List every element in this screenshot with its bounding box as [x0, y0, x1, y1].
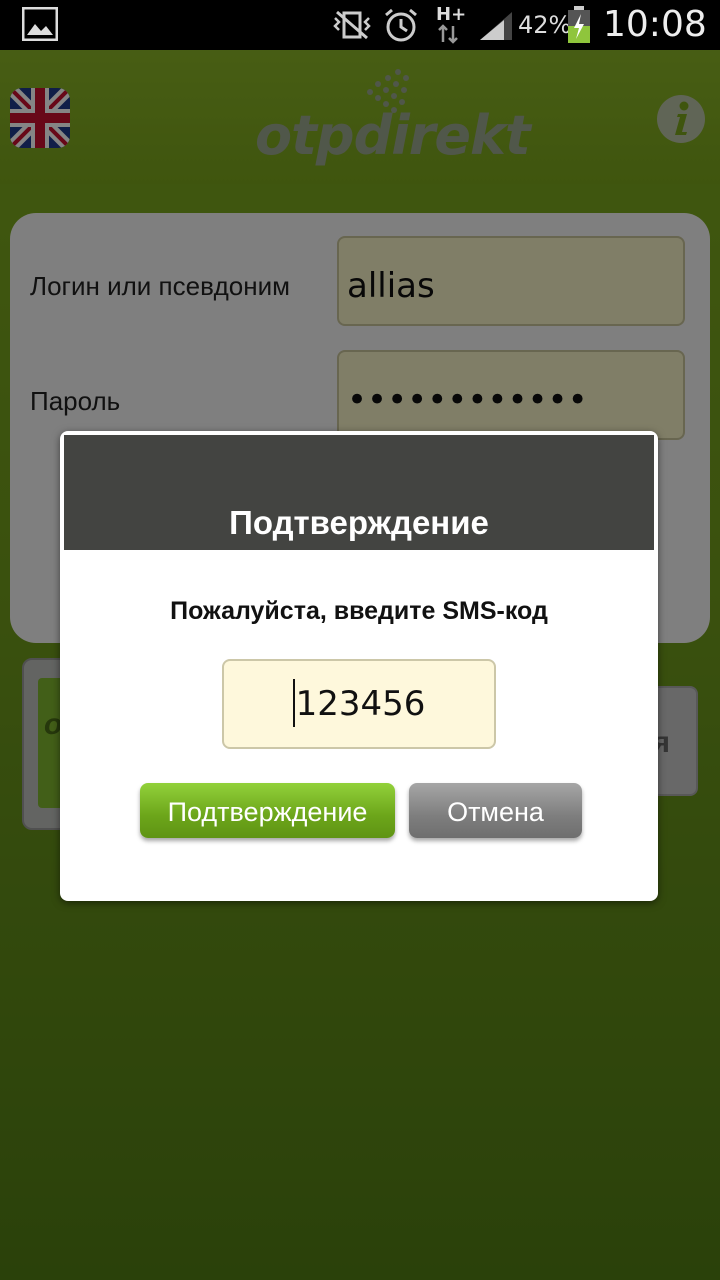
battery-charging-icon — [568, 6, 590, 43]
alarm-clock-icon — [385, 8, 417, 42]
data-transfer-icon — [438, 24, 458, 44]
cancel-button[interactable]: Отмена — [409, 783, 582, 838]
clock: 10:08 — [603, 4, 707, 45]
battery-percent: 42% — [518, 11, 572, 39]
network-type: H+ — [436, 4, 467, 25]
confirm-button[interactable]: Подтверждение — [140, 783, 395, 838]
text-cursor — [292, 678, 295, 727]
dialog-title: Подтверждение — [64, 435, 654, 550]
sms-confirmation-dialog: Подтверждение Пожалуйста, введите SMS-ко… — [60, 431, 658, 901]
status-bar: H+ 42% 10:08 — [0, 0, 720, 50]
sms-code-input[interactable]: 123456 — [222, 659, 496, 749]
sms-code-value: 123456 — [295, 684, 426, 724]
dialog-message: Пожалуйста, введите SMS-код — [170, 597, 548, 625]
signal-strength-icon — [480, 12, 512, 40]
vibrate-mute-icon — [333, 10, 371, 40]
image-notification-icon — [22, 7, 58, 41]
